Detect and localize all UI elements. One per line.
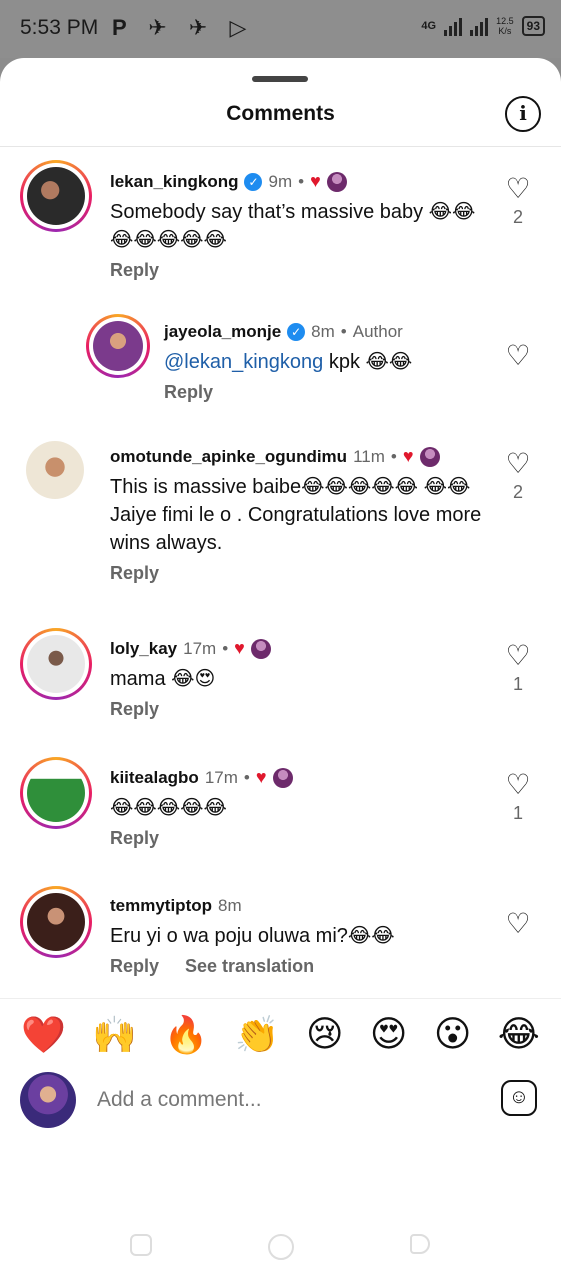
like-count: 1	[512, 674, 523, 694]
comment-text: @lekan_kingkong kpk 😂😂	[164, 351, 413, 373]
creator-liked-heart-icon: ♥	[234, 638, 245, 658]
comment-item: temmytiptop 8m Eru yi o wa poju oluwa mi…	[0, 878, 561, 1016]
timestamp: 17m	[183, 638, 217, 658]
recents-button[interactable]	[130, 1234, 152, 1256]
like-count: 2	[512, 482, 523, 502]
reply-button[interactable]: Reply	[110, 956, 159, 977]
emoji-quick-bar: ❤️ 🙌 🔥 👏 😢 😍 😮 😂	[0, 998, 561, 1070]
comment-text: This is massive baibe😂😂😂😂😂 😂😂 Jaiye fimi…	[110, 476, 482, 554]
like-heart-icon[interactable]: ♡	[503, 910, 533, 938]
home-button[interactable]	[268, 1234, 294, 1260]
emoji-clapping[interactable]: 👏	[235, 1014, 280, 1056]
verified-badge-icon: ✓	[287, 323, 306, 341]
creator-liked-heart-icon: ♥	[255, 767, 267, 787]
sticker-icon[interactable]: ☺	[501, 1080, 537, 1116]
username[interactable]: omotunde_apinke_ogundimu	[110, 447, 347, 467]
see-translation-button[interactable]: See translation	[185, 956, 314, 977]
timestamp: 8m	[218, 896, 242, 915]
info-icon[interactable]: i	[505, 96, 541, 132]
avatar[interactable]	[86, 314, 150, 378]
timestamp: 17m	[204, 767, 238, 787]
drag-handle[interactable]	[252, 76, 308, 82]
back-button[interactable]	[410, 1234, 430, 1254]
timestamp: 8m	[311, 322, 335, 341]
emoji-crying[interactable]: 😢	[306, 1014, 344, 1055]
creator-avatar	[326, 171, 347, 192]
username[interactable]: kiitealagbo	[110, 768, 199, 788]
timestamp: 9m	[268, 171, 293, 191]
net-speed: 12.5 K/s	[496, 16, 514, 36]
reply-button[interactable]: Reply	[164, 382, 213, 403]
like-heart-icon[interactable]: ♡	[503, 450, 533, 478]
network-label: 4G	[421, 20, 437, 32]
avatar[interactable]	[20, 160, 92, 232]
like-heart-icon[interactable]: ♡	[503, 771, 533, 799]
signal-icon	[444, 16, 463, 36]
emoji-heart[interactable]: ❤️	[21, 1014, 66, 1056]
signal-icon-2	[470, 16, 489, 36]
avatar[interactable]	[26, 441, 84, 499]
username[interactable]: jayeola_monje	[164, 322, 281, 342]
like-count: 2	[512, 207, 523, 227]
comment-input[interactable]: Add a comment...	[97, 1088, 262, 1112]
avatar[interactable]	[20, 628, 92, 700]
comment-list[interactable]: lekan_kingkong ✓ 9m • ♥ Somebody say tha…	[0, 147, 561, 1055]
reply-button[interactable]: Reply	[110, 563, 159, 584]
sheet-title: Comments	[226, 102, 335, 125]
battery-icon: 93	[521, 16, 545, 36]
username[interactable]: lekan_kingkong	[110, 172, 238, 192]
like-heart-icon[interactable]: ♡	[503, 175, 533, 203]
system-nav-bar	[0, 1218, 561, 1280]
comment-item: kiitealagbo 17m • ♥ 😂😂😂😂😂 Reply ♡ 1	[0, 749, 561, 878]
username[interactable]: temmytiptop	[110, 896, 212, 916]
status-right: 4G 12.5 K/s 93	[421, 16, 545, 36]
mention-link[interactable]: @lekan_kingkong	[164, 351, 323, 373]
reply-item: jayeola_monje ✓ 8m • Author @lekan_kingk…	[0, 302, 561, 420]
creator-avatar	[419, 446, 440, 467]
comment-composer: Add a comment... ☺	[0, 1070, 561, 1134]
creator-liked-heart-icon: ♥	[310, 171, 321, 191]
comment-item: omotunde_apinke_ogundimu 11m • ♥ This is…	[0, 420, 561, 620]
like-count: 1	[512, 803, 523, 823]
comment-item: loly_kay 17m • ♥ mama 😂😍 Reply ♡ 1	[0, 620, 561, 749]
like-heart-icon[interactable]: ♡	[503, 342, 533, 370]
avatar[interactable]	[20, 757, 92, 829]
timestamp: 11m	[353, 446, 385, 466]
comment-text: mama 😂😍	[110, 668, 216, 690]
reply-button[interactable]: Reply	[110, 828, 159, 849]
emoji-surprised[interactable]: 😮	[434, 1014, 472, 1055]
status-bar: 5:53 PM P ✈ ✈ ▷ 4G 12.5 K/s 93	[0, 0, 561, 58]
creator-avatar	[272, 767, 293, 788]
emoji-laughing[interactable]: 😂	[498, 1014, 540, 1055]
creator-liked-heart-icon: ♥	[402, 446, 414, 466]
comments-sheet: Comments i lekan_kingkong ✓ 9m • ♥ Someb…	[0, 58, 561, 1280]
status-time: 5:53 PM	[20, 16, 99, 39]
comment-text: Somebody say that’s massive baby 😂😂😂😂😂😂😂	[110, 201, 476, 251]
comment-item: lekan_kingkong ✓ 9m • ♥ Somebody say tha…	[0, 147, 561, 302]
emoji-fire[interactable]: 🔥	[164, 1014, 209, 1056]
comment-text: 😂😂😂😂😂	[110, 797, 227, 819]
avatar[interactable]	[20, 886, 92, 958]
reply-button[interactable]: Reply	[110, 699, 159, 720]
author-label: Author	[352, 322, 403, 341]
emoji-raising-hands[interactable]: 🙌	[92, 1014, 137, 1056]
creator-avatar	[250, 638, 271, 659]
verified-badge-icon: ✓	[244, 172, 263, 191]
notification-icons: P ✈ ✈ ▷	[112, 15, 255, 40]
reply-button[interactable]: Reply	[110, 260, 159, 281]
emoji-heart-eyes[interactable]: 😍	[370, 1014, 408, 1055]
username[interactable]: loly_kay	[110, 639, 177, 659]
like-heart-icon[interactable]: ♡	[503, 642, 533, 670]
my-avatar	[20, 1072, 76, 1128]
comment-text: Eru yi o wa poju oluwa mi?😂😂	[110, 925, 395, 947]
